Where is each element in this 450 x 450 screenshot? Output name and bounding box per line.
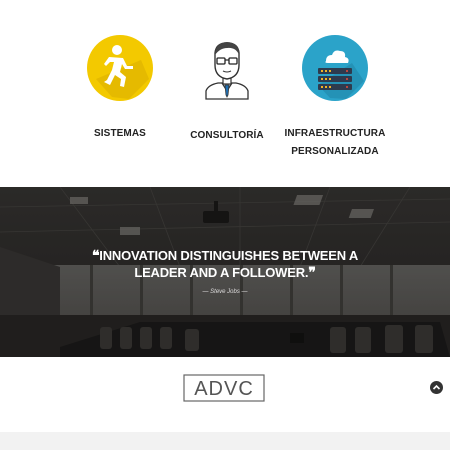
logo-text: ADVC [194, 378, 254, 400]
service-label: INFRAESTRUCTURA PERSONALIZADA [284, 128, 386, 157]
consultant-avatar-icon [194, 35, 260, 101]
scroll-top-button[interactable] [430, 381, 443, 394]
bottom-bar [0, 432, 450, 450]
services-section: SISTEMAS CONSULTORÍA INFRAESTRUCTURA PER… [0, 0, 450, 187]
quote-close-icon: ❞ [308, 264, 316, 280]
advc-logo[interactable]: ADVC [183, 374, 265, 412]
quote-banner: ❝INNOVATION DISTINGUISHES BETWEEN A LEAD… [0, 187, 450, 357]
running-person-icon [87, 35, 153, 101]
quote-author: — Steve Jobs — [202, 289, 248, 295]
cloud-servers-icon [302, 35, 368, 101]
footer: ADVC [0, 357, 450, 432]
quote-body: INNOVATION DISTINGUISHES BETWEEN A LEADE… [99, 248, 359, 280]
chevron-up-icon [432, 384, 441, 390]
quote-text: ❝INNOVATION DISTINGUISHES BETWEEN A LEAD… [75, 247, 375, 281]
